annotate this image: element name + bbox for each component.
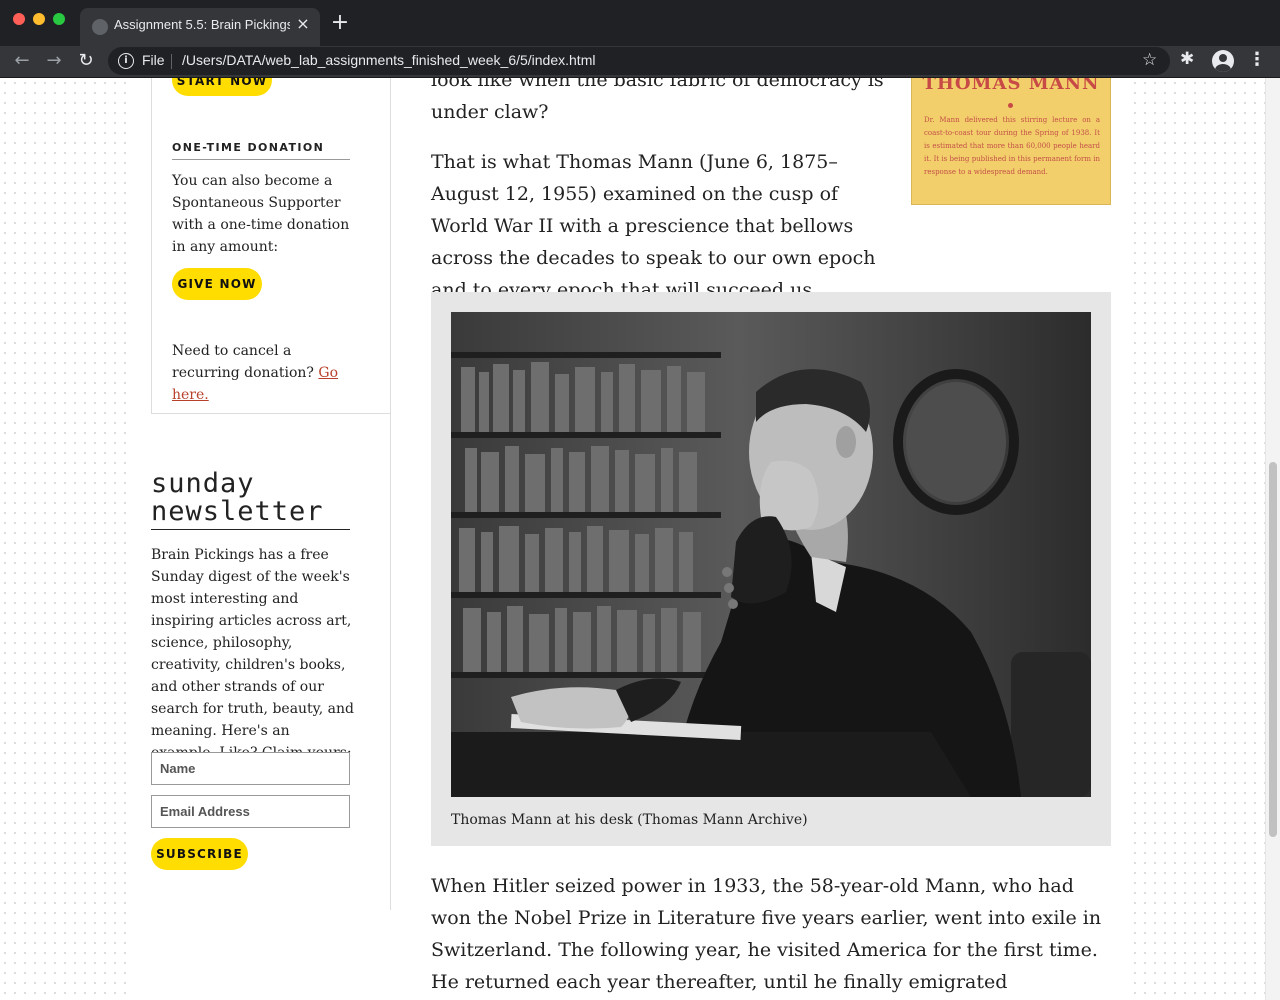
photo-figure: Thomas Mann at his desk (Thomas Mann Arc… xyxy=(431,292,1111,846)
reload-icon[interactable]: ↻ xyxy=(74,49,98,73)
tab-title: Assignment 5.5: Brain Pickings xyxy=(114,17,290,32)
browser-toolbar: ← → ↻ i File /Users/DATA/web_lab_assignm… xyxy=(0,46,1280,78)
page-viewport: START NOW ONE-TIME DONATION You can also… xyxy=(0,78,1280,1000)
book-cover-ornament xyxy=(1008,103,1013,108)
article-paragraph: When Hitler seized power in 1933, the 58… xyxy=(431,875,1102,993)
menu-icon[interactable]: ⋮ xyxy=(1248,49,1266,70)
window-zoom-button[interactable] xyxy=(53,13,65,25)
url-scheme: File xyxy=(142,52,165,68)
photo-caption: Thomas Mann at his desk (Thomas Mann Arc… xyxy=(451,812,808,828)
profile-icon[interactable] xyxy=(1212,50,1234,72)
cancel-text-label: Need to cancel a recurring donation? xyxy=(172,343,314,381)
page-scrollbar[interactable] xyxy=(1265,78,1280,1000)
address-bar[interactable]: i File /Users/DATA/web_lab_assignments_f… xyxy=(108,47,1170,75)
extensions-icon[interactable]: ✱ xyxy=(1180,49,1194,69)
book-cover-text: Dr. Mann delivered this stirring lecture… xyxy=(924,116,1100,176)
sidebar-divider xyxy=(390,414,391,910)
donation-heading: ONE-TIME DONATION xyxy=(172,141,350,160)
window-minimize-button[interactable] xyxy=(33,13,45,25)
article-paragraph: look like when the basic fabric of democ… xyxy=(431,78,884,123)
star-icon[interactable]: ☆ xyxy=(1142,50,1157,70)
thomas-mann-photo xyxy=(451,312,1091,797)
browser-tab-active[interactable]: Assignment 5.5: Brain Pickings × xyxy=(80,8,320,46)
name-field[interactable] xyxy=(151,752,350,785)
globe-icon xyxy=(92,19,108,35)
close-icon[interactable]: × xyxy=(294,15,312,33)
give-now-button[interactable]: GIVE NOW xyxy=(172,268,262,300)
article-paragraph: That is what Thomas Mann (June 6, 1875–A… xyxy=(431,151,876,301)
url-text[interactable]: /Users/DATA/web_lab_assignments_finished… xyxy=(182,52,595,68)
new-tab-button[interactable]: + xyxy=(330,12,350,34)
url-divider xyxy=(171,54,172,69)
email-field[interactable] xyxy=(151,795,350,828)
donation-text: You can also become a Spontaneous Suppor… xyxy=(172,173,350,255)
book-cover-image: THOMAS MANN Dr. Mann delivered this stir… xyxy=(911,78,1111,205)
start-now-button[interactable]: START NOW xyxy=(172,78,272,96)
cancel-donation-text: Need to cancel a recurring donation? Go … xyxy=(172,340,357,406)
scrollbar-thumb[interactable] xyxy=(1269,462,1277,837)
info-icon[interactable]: i xyxy=(118,53,134,69)
browser-tab-strip: Assignment 5.5: Brain Pickings × + xyxy=(0,0,1280,46)
subscribe-button[interactable]: SUBSCRIBE xyxy=(151,838,248,870)
window-close-button[interactable] xyxy=(13,13,25,25)
forward-icon[interactable]: → xyxy=(42,49,66,73)
newsletter-title: sunday newsletter xyxy=(151,470,350,530)
book-cover-title: THOMAS MANN xyxy=(922,78,1100,94)
newsletter-text: Brain Pickings has a free Sunday digest … xyxy=(151,547,354,761)
back-icon[interactable]: ← xyxy=(10,49,34,73)
